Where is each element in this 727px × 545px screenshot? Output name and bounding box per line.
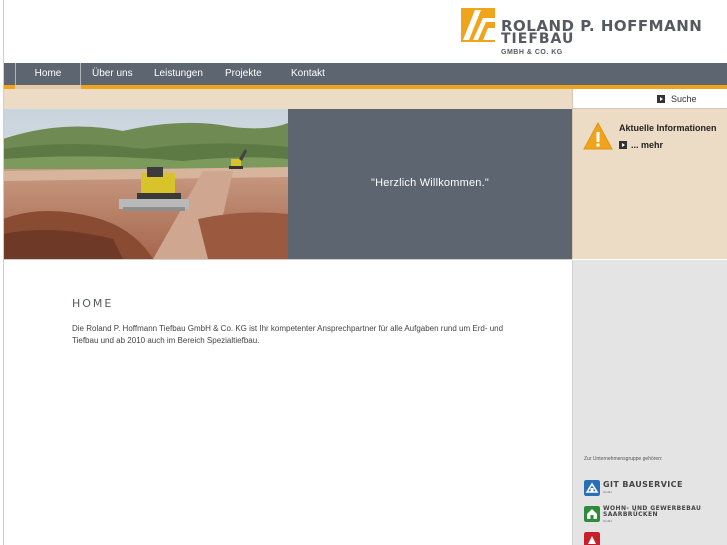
search-button-label: Suche xyxy=(671,94,697,104)
group-companies-label: Zur Unternehmensgruppe gehören: xyxy=(584,456,663,462)
news-more-label: ... mehr xyxy=(631,140,664,150)
partner-legal-form: GmbH xyxy=(603,490,612,494)
page-left-border xyxy=(3,0,4,545)
partner-name: GIT BAUSERVICE xyxy=(603,480,683,489)
arrow-right-icon xyxy=(619,141,627,149)
partner-link-git-bauservice[interactable]: GIT BAUSERVICE GmbH xyxy=(584,480,724,498)
red-company-logo-icon xyxy=(584,532,600,545)
page-title: HOME xyxy=(72,297,114,310)
nav-item-leistungen[interactable]: Leistungen xyxy=(154,63,203,85)
nav-item-projekte[interactable]: Projekte xyxy=(225,63,262,85)
wohnbau-logo-icon xyxy=(584,506,600,522)
partner-name-line2: SAARBRÜCKEN xyxy=(603,511,658,518)
news-title: Aktuelle Informationen xyxy=(619,123,717,133)
warning-icon xyxy=(583,122,613,150)
right-sidebar: Zur Unternehmensgruppe gehören: GIT BAUS… xyxy=(572,260,727,545)
company-logo[interactable]: ROLAND P. HOFFMANN TIEFBAU GMBH & CO. KG xyxy=(461,8,702,56)
page: ROLAND P. HOFFMANN TIEFBAU GMBH & CO. KG… xyxy=(3,0,727,545)
news-more-link[interactable]: ... mehr xyxy=(619,140,663,150)
welcome-text: "Herzlich Willkommen." xyxy=(371,177,489,189)
search-box: Suche xyxy=(572,89,727,109)
git-bauservice-logo-icon xyxy=(584,480,600,496)
logo-company-type: TIEFBAU xyxy=(501,31,575,47)
construction-photo-illustration xyxy=(3,109,288,259)
partner-link-wohn-und-gewerbebau[interactable]: WOHN- UND GEWERBEBAU SAARBRÜCKEN GmbH xyxy=(584,506,724,524)
search-button[interactable]: Suche xyxy=(657,92,697,106)
partner-legal-form: GmbH xyxy=(603,519,612,523)
intro-paragraph: Die Roland P. Hoffmann Tiefbau GmbH & Co… xyxy=(72,324,504,345)
subheader-band xyxy=(3,89,572,109)
nav-item-ueber-uns[interactable]: Über uns xyxy=(92,63,133,85)
welcome-panel: "Herzlich Willkommen." xyxy=(288,109,572,259)
main-content: HOME Die Roland P. Hoffmann Tiefbau GmbH… xyxy=(3,260,572,545)
arrow-right-icon xyxy=(657,95,665,103)
main-navigation: Home Über uns Leistungen Projekte Kontak… xyxy=(3,63,727,85)
search-input[interactable] xyxy=(573,89,655,108)
logo-legal-form: GMBH & CO. KG xyxy=(501,49,563,56)
news-panel: Aktuelle Informationen ... mehr xyxy=(572,109,727,259)
nav-item-home[interactable]: Home xyxy=(15,63,81,85)
construction-site-photo xyxy=(3,109,288,259)
nav-item-kontakt[interactable]: Kontakt xyxy=(291,63,325,85)
header: ROLAND P. HOFFMANN TIEFBAU GMBH & CO. KG xyxy=(3,0,727,63)
road-logo-icon xyxy=(461,8,495,42)
partner-link-third-company[interactable] xyxy=(584,532,724,545)
